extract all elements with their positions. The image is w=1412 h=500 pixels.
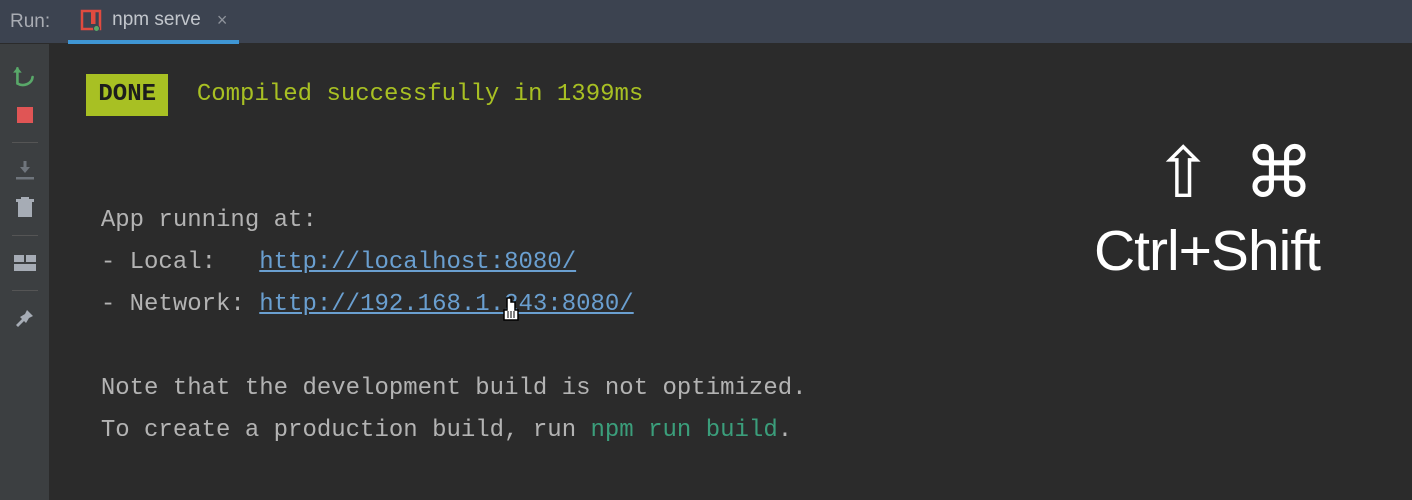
stop-button[interactable] bbox=[8, 98, 42, 132]
scroll-to-end-button[interactable] bbox=[8, 153, 42, 187]
run-panel-header: Run: npm serve × bbox=[0, 0, 1412, 44]
console-line: Note that the development build is not o… bbox=[72, 375, 807, 402]
console-line: To create a production build, run npm ru… bbox=[72, 417, 792, 444]
console-line: DONE Compiled successfully in 1399ms bbox=[72, 81, 643, 108]
toolbar-divider bbox=[12, 290, 38, 291]
run-toolbar bbox=[0, 44, 50, 500]
tab-label: npm serve bbox=[112, 9, 201, 31]
console-line: - Local: http://localhost:8080/ bbox=[72, 249, 576, 276]
network-url-link[interactable]: http://192.168.1.243:8080/ bbox=[259, 291, 633, 318]
console-line: - Network: http://192.168.1.243:8080/ bbox=[72, 291, 634, 318]
npm-build-command: npm run build bbox=[591, 417, 778, 444]
compile-success-message: Compiled successfully in 1399ms bbox=[197, 81, 643, 108]
run-config-tab[interactable]: npm serve × bbox=[68, 0, 239, 44]
tab-close-button[interactable]: × bbox=[217, 10, 228, 31]
local-url-link[interactable]: http://localhost:8080/ bbox=[259, 249, 576, 276]
pin-button[interactable] bbox=[8, 301, 42, 335]
console-line: App running at: bbox=[72, 207, 317, 234]
npm-icon bbox=[80, 9, 102, 31]
clear-all-button[interactable] bbox=[8, 191, 42, 225]
rerun-button[interactable] bbox=[8, 60, 42, 94]
done-badge: DONE bbox=[86, 74, 168, 116]
layout-button[interactable] bbox=[8, 246, 42, 280]
toolbar-divider bbox=[12, 142, 38, 143]
console-output[interactable]: DONE Compiled successfully in 1399ms App… bbox=[50, 44, 1412, 500]
run-label: Run: bbox=[0, 11, 68, 33]
toolbar-divider bbox=[12, 235, 38, 236]
